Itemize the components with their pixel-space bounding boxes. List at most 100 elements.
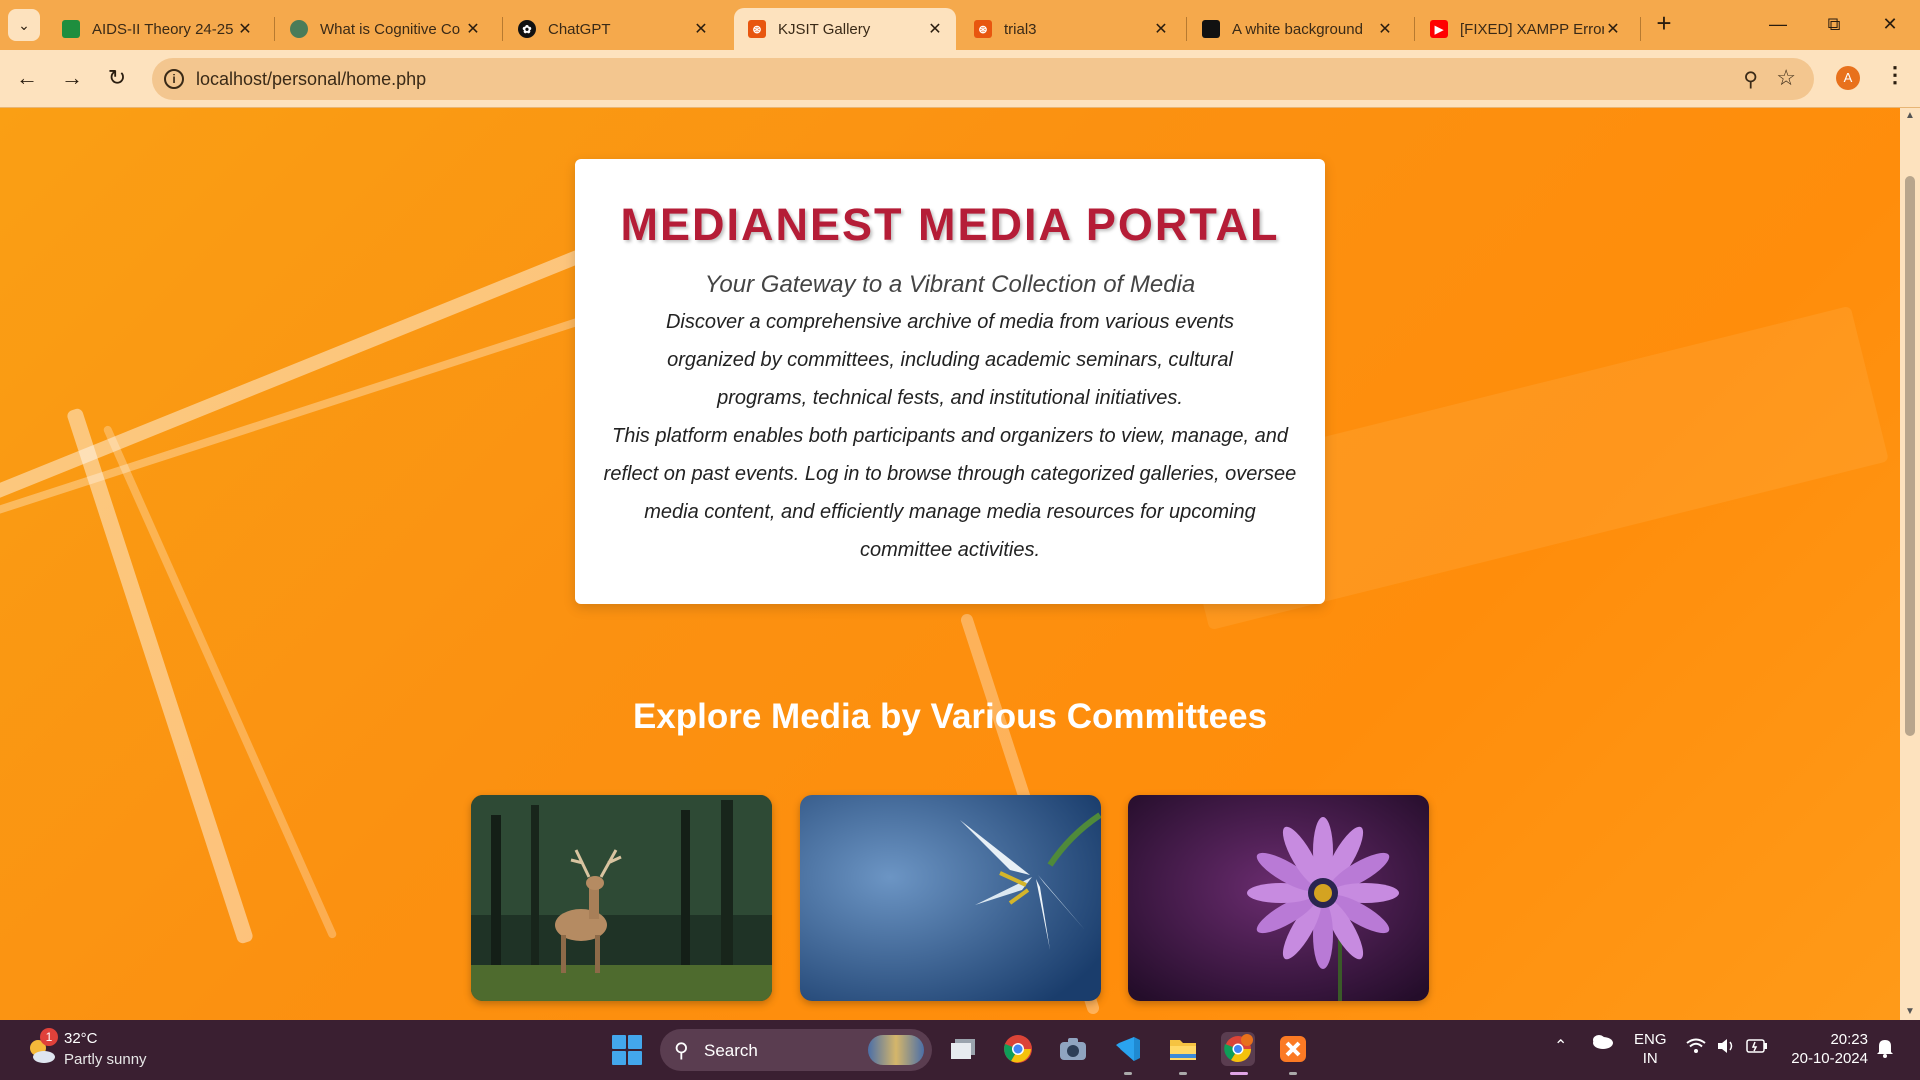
profile-avatar[interactable]: A	[1836, 66, 1860, 90]
chrome-icon[interactable]	[1001, 1032, 1035, 1066]
tab-separator	[274, 17, 275, 41]
section-title: Explore Media by Various Committees	[632, 697, 1268, 736]
language-indicator[interactable]: ENG IN	[1634, 1030, 1667, 1068]
close-icon[interactable]: ✕	[692, 19, 710, 39]
url-text[interactable]: localhost/personal/home.php	[196, 69, 426, 90]
intro-paragraph: Discover a comprehensive archive of medi…	[665, 311, 1235, 409]
tab-separator	[1414, 17, 1415, 41]
volume-icon[interactable]	[1716, 1038, 1736, 1058]
tab-title: AIDS-II Theory 24-25	[92, 20, 234, 38]
arrow-left-icon: ←	[16, 65, 38, 90]
wifi-icon[interactable]	[1686, 1038, 1706, 1058]
google-classroom-icon	[62, 20, 80, 38]
region-code: IN	[1642, 1050, 1658, 1067]
app-running-indicator	[1124, 1072, 1132, 1075]
tab-white-background[interactable]: A white background ✕	[1188, 8, 1406, 50]
close-icon[interactable]: ✕	[926, 19, 944, 39]
windows-taskbar: 1 32°C Partly sunny ⚲ Search ⌃ ENG IN 20…	[0, 1020, 1920, 1080]
unsplash-icon	[1202, 20, 1220, 38]
close-icon[interactable]: ✕	[236, 19, 254, 39]
app-running-indicator	[1179, 1072, 1187, 1075]
reload-button[interactable]: ↻	[100, 61, 134, 95]
clock[interactable]: 20:23 20-10-2024	[1784, 1030, 1868, 1068]
search-highlight-image	[868, 1035, 924, 1065]
tab-trial3[interactable]: ⊛ trial3 ✕	[960, 8, 1182, 50]
close-icon[interactable]: ✕	[464, 19, 482, 39]
tab-chatgpt[interactable]: ✿ ChatGPT ✕	[504, 8, 722, 50]
clock-time: 20:23	[1830, 1031, 1868, 1048]
file-explorer-icon[interactable]	[1166, 1032, 1200, 1066]
close-icon[interactable]: ✕	[1376, 19, 1394, 39]
task-view-icon[interactable]	[946, 1032, 980, 1066]
back-button[interactable]: ←	[10, 61, 44, 95]
lily-image	[800, 795, 1101, 1001]
tab-kjsit-gallery[interactable]: ⊛ KJSIT Gallery ✕	[734, 8, 956, 50]
scroll-up-icon[interactable]: ▲	[1904, 110, 1916, 121]
tab-aids-theory[interactable]: AIDS-II Theory 24-25 ✕	[48, 8, 266, 50]
description-paragraph: This platform enables both participants …	[603, 425, 1297, 561]
chatgpt-icon: ✿	[518, 20, 536, 38]
tab-separator	[1640, 17, 1641, 41]
tab-cognitive[interactable]: What is Cognitive Co ✕	[276, 8, 494, 50]
forward-button[interactable]: →	[55, 61, 89, 95]
xampp-icon: ⊛	[974, 20, 992, 38]
site-info-icon[interactable]: i	[164, 69, 184, 89]
browser-toolbar: ← → ↻ i localhost/personal/home.php ⚲ ☆ …	[0, 50, 1920, 108]
weather-temperature: 32°C	[64, 1030, 98, 1047]
start-button[interactable]	[612, 1035, 642, 1065]
close-window-button[interactable]: ✕	[1862, 8, 1918, 40]
page-scrollbar[interactable]: ▲ ▼	[1900, 108, 1920, 1020]
browser-tab-strip: ⌄ AIDS-II Theory 24-25 ✕ What is Cogniti…	[0, 0, 1920, 50]
daisy-image	[1128, 795, 1429, 1001]
background-streak	[65, 407, 255, 945]
close-icon[interactable]: ✕	[1604, 19, 1622, 39]
tab-separator	[502, 17, 503, 41]
gallery-card-daisy[interactable]	[1128, 795, 1429, 1001]
tab-separator	[1186, 17, 1187, 41]
address-bar[interactable]: i localhost/personal/home.php ⚲ ☆	[152, 58, 1814, 100]
new-tab-button[interactable]: +	[1650, 10, 1678, 38]
deer-image	[471, 795, 772, 1001]
scroll-down-icon[interactable]: ▼	[1904, 1006, 1916, 1017]
taskbar-search[interactable]: ⚲ Search	[660, 1029, 932, 1071]
tab-title: A white background	[1232, 20, 1363, 38]
language-code: ENG	[1634, 1031, 1667, 1048]
page-subtitle: Your Gateway to a Vibrant Collection of …	[704, 271, 1196, 298]
chevron-down-icon: ⌄	[18, 16, 30, 33]
tab-xampp-error[interactable]: ▶ [FIXED] XAMPP Error ✕	[1416, 8, 1634, 50]
app-running-indicator	[1289, 1072, 1297, 1075]
minimize-button[interactable]: —	[1750, 8, 1806, 40]
bookmark-star-icon[interactable]: ☆	[1776, 65, 1796, 91]
youtube-icon: ▶	[1430, 20, 1448, 38]
tab-title: What is Cognitive Co	[320, 20, 461, 38]
chrome-profile-icon[interactable]	[1221, 1032, 1255, 1066]
tab-title: KJSIT Gallery	[778, 20, 871, 38]
search-label: Search	[704, 1041, 758, 1060]
xampp-icon[interactable]	[1276, 1032, 1310, 1066]
page-viewport: MEDIANEST MEDIA PORTAL Your Gateway to a…	[0, 108, 1900, 1020]
clock-date: 20-10-2024	[1791, 1050, 1868, 1067]
show-hidden-icons-chevron-icon[interactable]: ⌃	[1554, 1036, 1567, 1056]
notification-bell-icon[interactable]	[1876, 1038, 1894, 1062]
zoom-icon[interactable]: ⚲	[1743, 67, 1758, 92]
arrow-right-icon: →	[61, 65, 83, 90]
close-icon[interactable]: ✕	[1152, 19, 1170, 39]
tab-title: ChatGPT	[548, 20, 611, 38]
page-title: MEDIANEST MEDIA PORTAL	[620, 199, 1280, 250]
scrollbar-thumb[interactable]	[1905, 176, 1915, 736]
camera-icon[interactable]	[1056, 1032, 1090, 1066]
tab-title: [FIXED] XAMPP Error	[1460, 20, 1604, 38]
browser-menu-icon[interactable]: ⋮	[1884, 62, 1906, 88]
battery-icon[interactable]	[1746, 1039, 1768, 1057]
vscode-icon[interactable]	[1111, 1032, 1145, 1066]
onedrive-icon[interactable]	[1590, 1032, 1614, 1054]
tab-search-button[interactable]: ⌄	[8, 9, 40, 41]
app-active-indicator	[1230, 1072, 1248, 1075]
gallery-card-deer[interactable]	[471, 795, 772, 1001]
eye-icon	[290, 20, 308, 38]
tab-title: trial3	[1004, 20, 1037, 38]
reload-icon: ↻	[107, 65, 127, 90]
restore-button[interactable]: ⧉	[1806, 8, 1862, 40]
gallery-card-lily[interactable]	[800, 795, 1101, 1001]
xampp-icon: ⊛	[748, 20, 766, 38]
